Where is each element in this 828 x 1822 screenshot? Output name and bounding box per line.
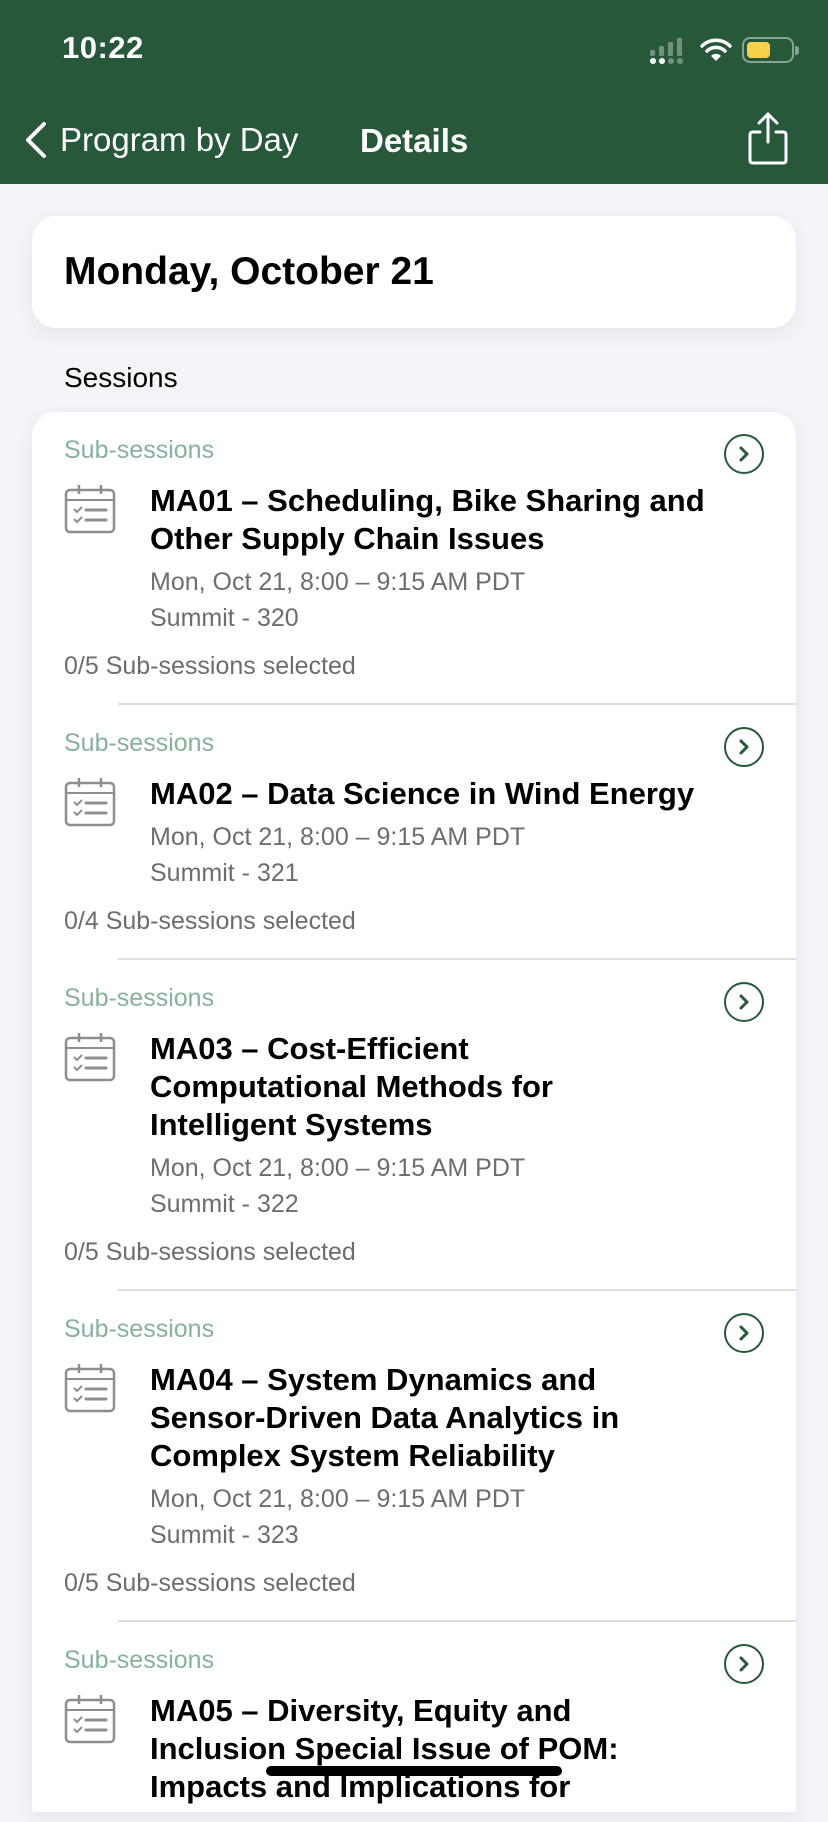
battery-fill (747, 42, 771, 58)
app-header: 10:22 Program by Day Details (0, 0, 828, 184)
date-header: Monday, October 21 (64, 250, 434, 293)
session-item[interactable]: Sub-sessions MA05 – Diversity, Equity an… (32, 1622, 796, 1822)
chevron-right-icon (739, 446, 749, 462)
status-icons (646, 36, 799, 64)
sub-sessions-label: Sub-sessions (64, 436, 215, 464)
wifi-icon (700, 38, 732, 61)
home-indicator[interactable] (266, 1766, 562, 1776)
sub-sessions-label: Sub-sessions (64, 1315, 215, 1343)
session-time: Mon, Oct 21, 8:00 – 9:15 AM PDT (150, 1154, 526, 1182)
session-room: Summit - 323 (150, 1521, 299, 1549)
calendar-checklist-icon (64, 1364, 116, 1413)
open-session-button[interactable] (724, 982, 764, 1022)
back-button[interactable]: Program by Day (22, 120, 298, 160)
status-time: 10:22 (62, 30, 144, 65)
session-item[interactable]: Sub-sessions MA02 – Data Science in Wind… (32, 705, 796, 960)
session-title: MA04 – System Dynamics and Sensor-Driven… (150, 1362, 620, 1473)
session-item[interactable]: Sub-sessions MA04 – System Dynamics and … (32, 1291, 796, 1622)
chevron-right-icon (739, 1325, 749, 1341)
sub-sessions-selected: 0/5 Sub-sessions selected (64, 652, 356, 680)
sessions-list: Sub-sessions MA01 – Scheduling, Bike Sha… (32, 412, 796, 1812)
back-label: Program by Day (60, 121, 299, 158)
signal-icon (650, 38, 683, 64)
navigation-bar: Program by Day Details (0, 112, 828, 168)
calendar-checklist-icon (64, 485, 116, 534)
session-time: Mon, Oct 21, 8:00 – 9:15 AM PDT (150, 1485, 526, 1513)
open-session-button[interactable] (724, 1313, 764, 1353)
open-session-button[interactable] (724, 727, 764, 767)
sub-sessions-label: Sub-sessions (64, 984, 215, 1012)
chevron-left-icon (26, 122, 46, 158)
calendar-checklist-icon (64, 1695, 116, 1744)
session-title: MA02 – Data Science in Wind Energy (150, 776, 695, 811)
sessions-section-label: Sessions (64, 362, 178, 393)
open-session-button[interactable] (724, 1644, 764, 1684)
calendar-checklist-icon (64, 778, 116, 827)
session-item[interactable]: Sub-sessions MA03 – Cost-Efficient Compu… (32, 960, 796, 1291)
session-room: Summit - 320 (150, 604, 299, 632)
session-title: MA03 – Cost-Efficient Computational Meth… (150, 1031, 553, 1142)
battery-icon (742, 37, 799, 63)
date-header-card: Monday, October 21 (32, 216, 796, 328)
chevron-right-icon (739, 739, 749, 755)
session-time: Mon, Oct 21, 8:00 – 9:15 AM PDT (150, 568, 526, 596)
session-title: MA01 – Scheduling, Bike Sharing and Othe… (150, 483, 705, 556)
sub-sessions-selected: 0/4 Sub-sessions selected (64, 907, 356, 935)
session-title: MA05 – Diversity, Equity and Inclusion S… (150, 1693, 619, 1804)
session-room: Summit - 321 (150, 859, 299, 887)
chevron-right-icon (739, 994, 749, 1010)
sub-sessions-selected: 0/5 Sub-sessions selected (64, 1569, 356, 1597)
page-title: Details (360, 122, 469, 159)
session-item[interactable]: Sub-sessions MA01 – Scheduling, Bike Sha… (32, 412, 796, 705)
chevron-right-icon (739, 1656, 749, 1672)
calendar-checklist-icon (64, 1033, 116, 1082)
sub-sessions-selected: 0/5 Sub-sessions selected (64, 1238, 356, 1266)
sub-sessions-label: Sub-sessions (64, 1646, 215, 1674)
session-room: Summit - 322 (150, 1190, 299, 1218)
open-session-button[interactable] (724, 434, 764, 474)
share-icon[interactable] (746, 112, 790, 166)
sub-sessions-label: Sub-sessions (64, 729, 215, 757)
session-time: Mon, Oct 21, 8:00 – 9:15 AM PDT (150, 823, 526, 851)
